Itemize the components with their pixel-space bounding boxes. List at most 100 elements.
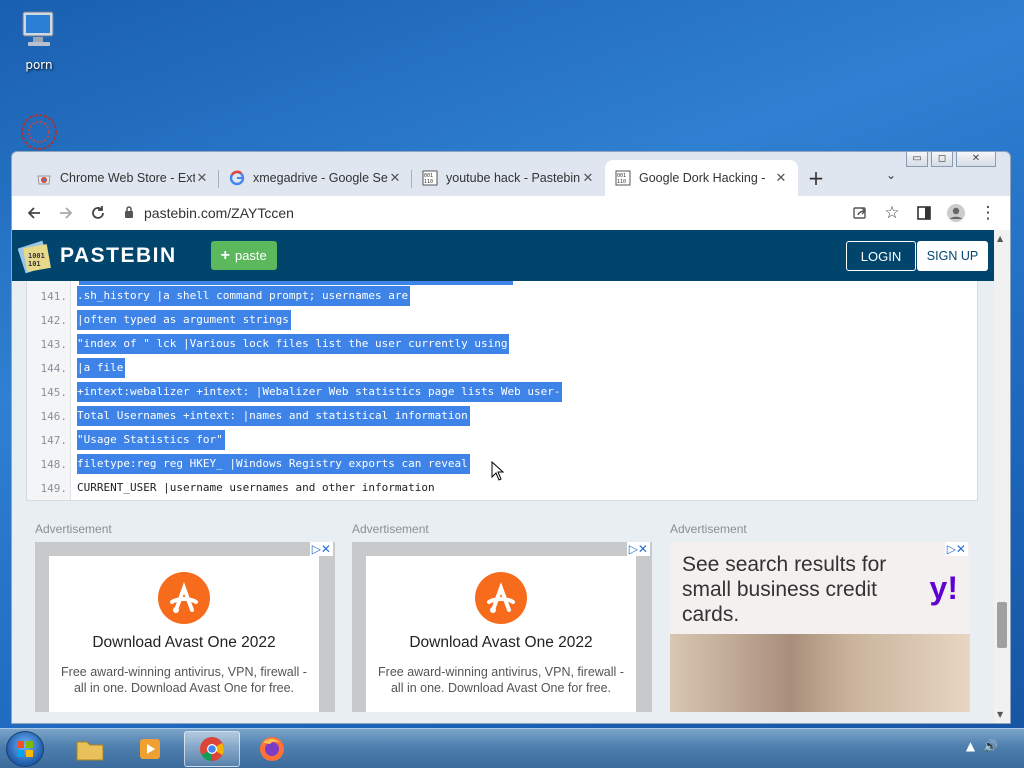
scrollbar-thumb[interactable] — [997, 602, 1007, 648]
line-number: 147. — [40, 433, 68, 447]
scroll-down-icon[interactable]: ▼ — [997, 710, 1003, 719]
tab-chrome-web-store[interactable]: Chrome Web Store - Ext ✕ — [26, 160, 219, 196]
tab-pastebin-dork[interactable]: 001 110 Google Dork Hacking - ✕ — [605, 160, 798, 196]
tab-strip: Chrome Web Store - Ext ✕ xmegadrive - Go… — [26, 160, 1010, 196]
page-scrollbar[interactable]: ▲ ▼ — [994, 230, 1010, 723]
pastebin-icon: 001 110 — [615, 170, 631, 186]
avast-ad[interactable]: ▷✕ Download Avast One 2022 Free award-wi… — [352, 542, 652, 712]
tab-close-icon[interactable]: ✕ — [581, 170, 595, 186]
yahoo-ad[interactable]: ▷✕ See search results for small business… — [670, 542, 970, 712]
side-panel-icon[interactable] — [908, 199, 940, 227]
tab-google-search[interactable]: xmegadrive - Google Se ✕ — [219, 160, 412, 196]
tab-title: xmegadrive - Google Se — [253, 171, 388, 185]
start-button[interactable] — [6, 731, 44, 767]
svg-text:101: 101 — [28, 260, 41, 268]
computer-icon — [19, 10, 59, 54]
ad-label: Advertisement — [670, 522, 747, 536]
pastebin-logo-icon[interactable]: 1001 101 — [18, 238, 54, 274]
browser-window: ▭ ◻ ✕ Chrome Web Store - Ext ✕ xmegadriv… — [11, 151, 1011, 724]
line-number: 143. — [40, 337, 68, 351]
chrome-webstore-icon — [36, 170, 52, 186]
adchoices-icon[interactable]: ▷✕ — [944, 542, 968, 556]
ad-card: Download Avast One 2022 Free award-winni… — [49, 556, 319, 712]
avast-logo-icon — [475, 572, 527, 624]
ad-slot-1: Advertisement ▷✕ Download Avast One 2022… — [35, 522, 335, 712]
taskbar-chrome[interactable] — [184, 731, 240, 767]
tab-pastebin-youtube[interactable]: 001 110 youtube hack - Pastebin ✕ — [412, 160, 605, 196]
pastebin-brand[interactable]: PASTEBIN — [60, 244, 177, 268]
paste-button-label: paste — [234, 248, 267, 263]
line-text: .sh_history |a shell command prompt; use… — [77, 286, 411, 306]
tab-close-icon[interactable]: ✕ — [195, 170, 209, 186]
toolbar-right-icons: ☆ ⋮ — [844, 199, 1004, 227]
line-text: +intext:webalizer +intext: |Webalizer We… — [77, 382, 563, 402]
scroll-up-icon[interactable]: ▲ — [997, 234, 1003, 243]
url-text: pastebin.com/ZAYTccen — [144, 205, 294, 221]
network-globe-icon — [19, 112, 59, 150]
taskbar-media-player[interactable] — [122, 731, 178, 767]
folder-icon — [76, 741, 104, 761]
tab-close-icon[interactable]: ✕ — [774, 170, 788, 186]
line-text: filetype:reg reg HKEY_ |Windows Registry… — [77, 454, 470, 474]
ad-photo — [670, 634, 970, 712]
avast-ad[interactable]: ▷✕ Download Avast One 2022 Free award-wi… — [35, 542, 335, 712]
reload-button[interactable] — [82, 199, 114, 227]
code-line: 141. .sh_history |a shell command prompt;… — [27, 284, 977, 308]
adchoices-icon[interactable]: ▷✕ — [309, 542, 333, 556]
volume-icon[interactable]: 🔊 — [983, 739, 998, 753]
tab-title: Chrome Web Store - Ext — [60, 171, 195, 185]
login-button[interactable]: LOGIN — [846, 241, 916, 271]
code-line: 144. |a file — [27, 356, 977, 380]
tab-close-icon[interactable]: ✕ — [388, 170, 402, 186]
yahoo-logo: y! — [929, 570, 958, 606]
pastebin-icon: 001 110 — [422, 170, 438, 186]
ad-body: Free award-winning antivirus, VPN, firew… — [61, 665, 307, 695]
system-tray: ▲ 🔊 — [966, 739, 1016, 753]
ad-body: Free award-winning antivirus, VPN, firew… — [378, 665, 624, 695]
code-line: 146. Total Usernames +intext: |names and … — [27, 404, 977, 428]
profile-avatar-icon[interactable] — [940, 199, 972, 227]
line-text: |often typed as argument strings — [77, 310, 291, 330]
firefox-icon — [260, 737, 284, 761]
adchoices-icon[interactable]: ▷✕ — [626, 542, 650, 556]
bookmark-star-icon[interactable]: ☆ — [876, 199, 908, 227]
share-icon[interactable] — [844, 199, 876, 227]
google-icon — [229, 170, 245, 186]
forward-button[interactable] — [50, 199, 82, 227]
web-page: 1001 101 PASTEBIN + paste LOGIN SIGN UP … — [12, 230, 994, 723]
line-text: CURRENT_USER |username usernames and oth… — [77, 481, 435, 494]
line-number: 145. — [40, 385, 68, 399]
line-number: 142. — [40, 313, 68, 327]
lock-icon — [124, 205, 134, 221]
new-tab-button[interactable]: + — [798, 160, 834, 196]
new-paste-button[interactable]: + paste — [210, 241, 277, 270]
desktop-icon-network[interactable] — [4, 112, 74, 154]
line-text: |a file — [77, 358, 126, 378]
tab-search-chevron-icon[interactable]: ⌄ — [886, 168, 896, 182]
tray-expand-icon[interactable]: ▲ — [966, 739, 975, 753]
address-bar[interactable]: pastebin.com/ZAYTccen — [114, 199, 844, 227]
kebab-menu-icon[interactable]: ⋮ — [972, 199, 1004, 227]
code-line: 142. |often typed as argument strings — [27, 308, 977, 332]
taskbar: ▲ 🔊 — [0, 728, 1024, 768]
taskbar-explorer[interactable] — [62, 731, 118, 767]
avast-logo-icon — [158, 572, 210, 624]
ad-title: Download Avast One 2022 — [92, 634, 276, 651]
signup-button[interactable]: SIGN UP — [917, 241, 988, 271]
line-text: Total Usernames +intext: |names and stat… — [77, 406, 470, 426]
line-text: "index of " lck |Various lock files list… — [77, 334, 510, 354]
back-button[interactable] — [18, 199, 50, 227]
back-arrow-icon — [27, 207, 40, 219]
ad-label: Advertisement — [352, 522, 429, 536]
desktop-icon-computer[interactable]: porn — [4, 10, 74, 72]
windows-logo-icon — [17, 741, 33, 757]
taskbar-firefox[interactable] — [244, 731, 300, 767]
pastebin-header: 1001 101 PASTEBIN + paste LOGIN SIGN UP — [12, 230, 994, 281]
tab-title: Google Dork Hacking - — [639, 171, 766, 185]
svg-text:110: 110 — [617, 179, 626, 185]
desktop-icon-label: porn — [25, 58, 53, 72]
plus-icon: + — [220, 246, 230, 264]
forward-arrow-icon — [60, 207, 73, 219]
ad-slot-2: Advertisement ▷✕ Download Avast One 2022… — [352, 522, 652, 712]
line-number: 141. — [40, 289, 68, 303]
